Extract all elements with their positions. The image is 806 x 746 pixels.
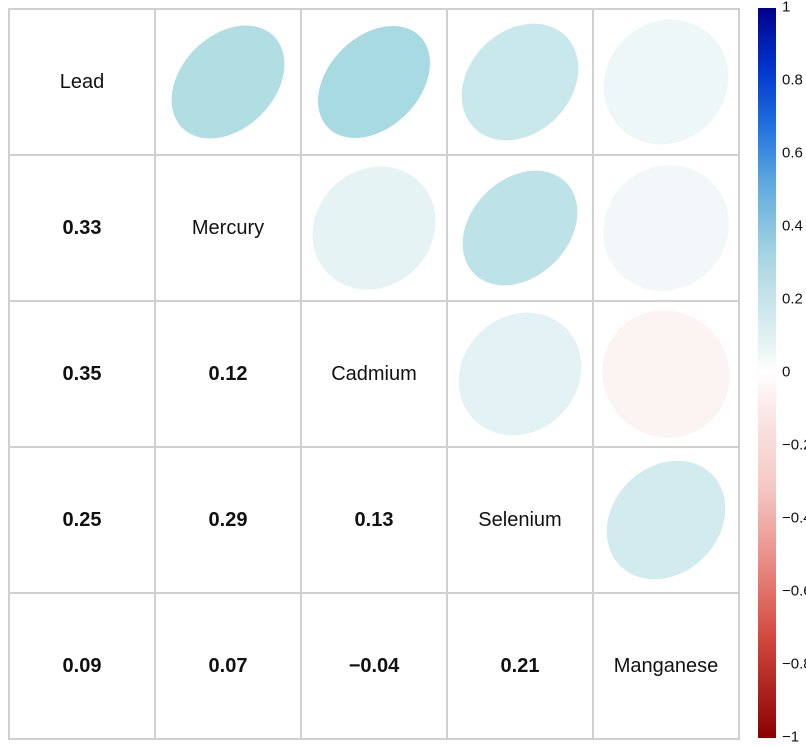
corr-value: 0.33 [63,217,102,240]
corr-value: 0.07 [209,655,248,678]
colorbar-tick: −1 [782,729,799,746]
cell-diag-mercury: Mercury [155,155,301,301]
cell-diag-manganese: Manganese [593,593,739,739]
correlation-matrix: Lead 0.33 Mercury 0.35 0.12 Cadmium 0.25 [8,8,740,740]
corr-value: 0.12 [209,363,248,386]
corr-value: 0.13 [355,509,394,532]
colorbar-tick: 0 [782,364,790,381]
corr-ellipse-icon [302,156,446,300]
cell-lower-r1c0: 0.33 [9,155,155,301]
cell-upper-r3c4 [593,447,739,593]
corr-value: 0.25 [63,509,102,532]
cell-diag-lead: Lead [9,9,155,155]
corr-ellipse-icon [448,10,592,154]
corr-value: −0.04 [349,655,400,678]
corr-ellipse-icon [594,10,738,154]
cell-lower-r4c1: 0.07 [155,593,301,739]
cell-upper-r1c2 [301,155,447,301]
diag-label: Manganese [614,655,719,678]
colorbar-tick: 0.6 [782,145,803,162]
cell-upper-r0c3 [447,9,593,155]
cell-upper-r2c4 [593,301,739,447]
correlation-plot: Lead 0.33 Mercury 0.35 0.12 Cadmium 0.25 [0,0,806,745]
cell-lower-r4c3: 0.21 [447,593,593,739]
colorbar-tick: 0.4 [782,218,803,235]
colorbar: 1 0.8 0.6 0.4 0.2 0 −0.2 −0.4 −0.6 −0.8 … [752,8,802,738]
colorbar-tick: −0.8 [782,656,806,673]
corr-ellipse-icon [448,302,592,446]
cell-lower-r2c0: 0.35 [9,301,155,447]
corr-value: 0.35 [63,363,102,386]
corr-ellipse-icon [594,448,738,592]
corr-ellipse-icon [448,156,592,300]
diag-label: Cadmium [331,363,417,386]
cell-upper-r0c2 [301,9,447,155]
diag-label: Lead [60,71,105,94]
cell-diag-cadmium: Cadmium [301,301,447,447]
corr-value: 0.09 [63,655,102,678]
colorbar-tick: 0.2 [782,291,803,308]
colorbar-tick: 1 [782,0,790,16]
cell-upper-r1c3 [447,155,593,301]
colorbar-tick: −0.2 [782,437,806,454]
cell-lower-r3c2: 0.13 [301,447,447,593]
diag-label: Mercury [192,217,264,240]
cell-diag-selenium: Selenium [447,447,593,593]
colorbar-tick: −0.6 [782,583,806,600]
diag-label: Selenium [478,509,561,532]
cell-lower-r2c1: 0.12 [155,301,301,447]
colorbar-tick: −0.4 [782,510,806,527]
colorbar-gradient [758,8,776,738]
cell-upper-r0c4 [593,9,739,155]
corr-value: 0.29 [209,509,248,532]
cell-lower-r4c0: 0.09 [9,593,155,739]
cell-lower-r3c0: 0.25 [9,447,155,593]
corr-ellipse-icon [302,10,446,154]
corr-ellipse-icon [594,302,738,446]
cell-upper-r2c3 [447,301,593,447]
cell-lower-r4c2: −0.04 [301,593,447,739]
cell-upper-r1c4 [593,155,739,301]
colorbar-tick: 0.8 [782,72,803,89]
corr-ellipse-icon [156,10,300,154]
cell-upper-r0c1 [155,9,301,155]
corr-value: 0.21 [501,655,540,678]
corr-ellipse-icon [594,156,738,300]
cell-lower-r3c1: 0.29 [155,447,301,593]
